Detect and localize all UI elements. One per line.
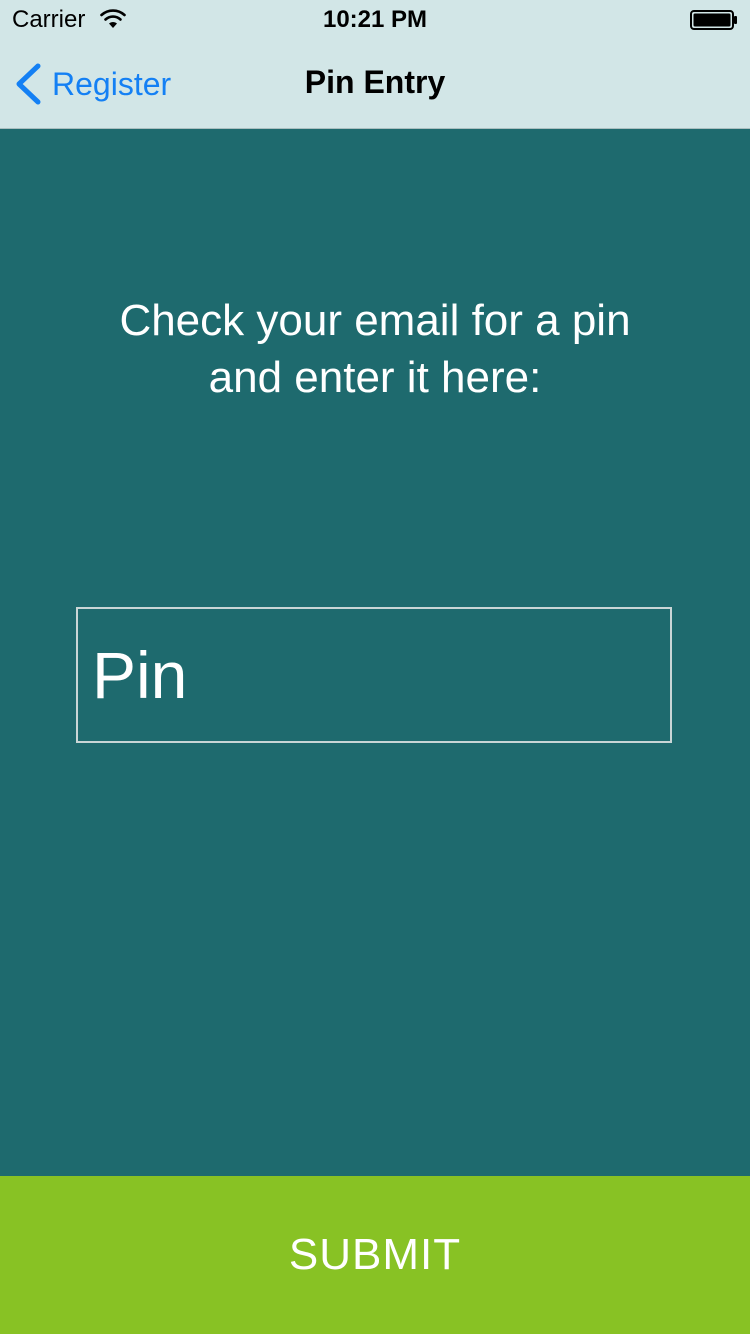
page-title: Pin Entry [304, 64, 446, 100]
pin-input[interactable] [76, 607, 672, 743]
submit-button[interactable]: SUBMIT [0, 1176, 750, 1334]
instruction-text: Check your email for a pin and enter it … [119, 296, 631, 402]
pin-entry-screen: Carrier 10:21 PM Register Pin Entry Chec… [0, 0, 750, 1334]
clock: 10:21 PM [322, 6, 428, 33]
top-bar: Carrier 10:21 PM Register Pin Entry [0, 0, 750, 129]
status-bar: Carrier 10:21 PM [0, 0, 750, 40]
battery-icon [690, 10, 737, 30]
navigation-bar: Register Pin Entry [0, 40, 750, 128]
